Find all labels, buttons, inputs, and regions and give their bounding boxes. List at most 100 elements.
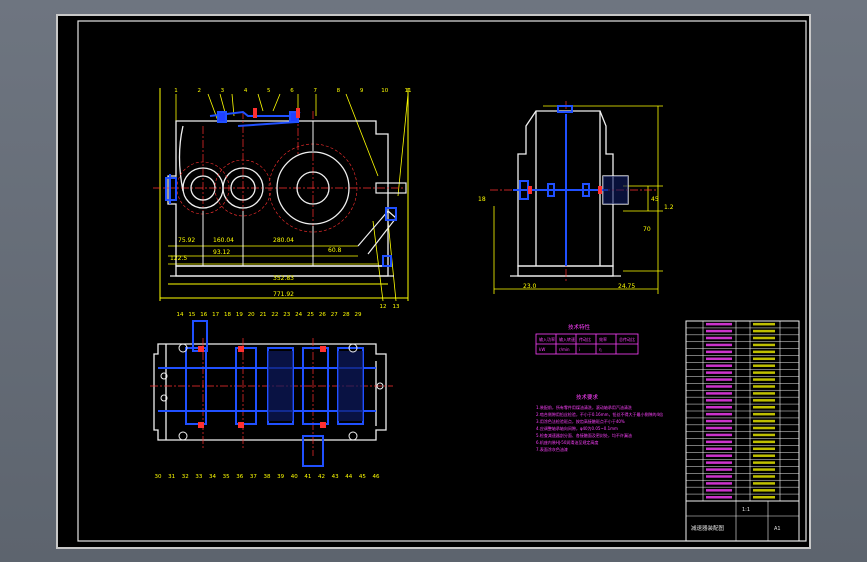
side-view: 23.0 24.75 70 45 1.2 18: [478, 101, 674, 294]
balloon-label: 33: [195, 474, 202, 480]
spec-table: 技术特性 输入功率 输入转速 传动比 效率 总传动比 kW r/min i η: [535, 323, 639, 355]
balloon-label: 9: [360, 88, 364, 94]
parts-row-name: [706, 322, 732, 326]
dim-h2: 45: [651, 196, 659, 203]
dim-bottom: 771.92: [273, 291, 294, 298]
parts-row-material: [753, 419, 775, 423]
parts-row-material: [753, 468, 775, 471]
balloon-label: 46: [373, 474, 380, 480]
balloon-label: 22: [271, 312, 278, 318]
balloon-label: 26: [319, 312, 326, 318]
parts-row-material: [753, 364, 775, 367]
parts-row-material: [753, 412, 775, 416]
balloon-label: 44: [345, 474, 352, 480]
spec-cell: 传动比: [579, 336, 591, 342]
spec-table-title: 技术特性: [568, 323, 591, 331]
spec-cell: 输入功率: [539, 336, 555, 342]
balloon-label: 18: [224, 312, 231, 318]
plan-balloons-bottom: 30 31 32 33 34 35 36 37 38 39 40 41 42 43 44 45 46: [155, 474, 380, 480]
inner-border: [77, 20, 807, 542]
parts-row-material: [753, 343, 775, 347]
balloon-label: 24: [295, 312, 302, 318]
balloon-label: 36: [236, 474, 243, 480]
parts-row-name: [706, 399, 732, 402]
parts-row-material: [753, 440, 775, 444]
tech-note-line: 7.表面涂灰色油漆: [536, 446, 568, 452]
dim-right-base: 24.75: [618, 283, 635, 290]
dim-d6: 122.5: [170, 255, 187, 262]
parts-row-name: [706, 378, 732, 381]
parts-row-name: [706, 447, 732, 451]
balloon-label: 2: [197, 88, 201, 94]
parts-row-name: [706, 468, 732, 471]
balloon-label: 13: [393, 304, 400, 310]
tech-notes-title: 技术要求: [576, 393, 599, 401]
front-balloons-right: 12 13: [380, 304, 400, 310]
balloon-label: 8: [337, 88, 341, 94]
balloon-label: 25: [307, 312, 314, 318]
parts-row-name: [706, 482, 732, 485]
tech-note-line: 1.装配前，所有零件用煤油清洗，滚动轴承用汽油清洗: [536, 404, 632, 410]
balloon-label: 42: [318, 474, 325, 480]
balloon-label: 15: [188, 312, 195, 318]
tech-note-line: 6.机座内装HJ-50润滑油至规定高度: [536, 439, 598, 445]
drawing-sheet: 75.92 160.04 280.04 60.8 93.12 122.5 352…: [56, 14, 811, 549]
parts-row-material: [753, 385, 775, 388]
balloon-label: 16: [200, 312, 207, 318]
balloon-label: 19: [236, 312, 243, 318]
parts-row-name: [706, 364, 732, 367]
parts-row-material: [753, 336, 775, 340]
parts-row-name: [706, 419, 732, 423]
tech-notes: 技术要求 1.装配前，所有零件用煤油清洗，滚动轴承用汽油清洗2.啮合侧隙用铅丝检…: [536, 393, 663, 452]
balloon-label: 41: [304, 474, 311, 480]
balloon-label: 29: [355, 312, 362, 318]
dim-d5: 93.12: [213, 249, 230, 256]
cad-canvas[interactable]: 75.92 160.04 280.04 60.8 93.12 122.5 352…: [58, 16, 813, 551]
dim-d3: 280.04: [273, 237, 294, 244]
balloon-label: 37: [250, 474, 257, 480]
balloon-label: 40: [291, 474, 298, 480]
spec-cell: 效率: [599, 336, 607, 342]
title-block-sheet: A1: [774, 526, 781, 532]
parts-row-material: [753, 426, 775, 430]
parts-row-name: [706, 496, 732, 499]
balloon-label: 1: [174, 88, 178, 94]
parts-row-name: [706, 406, 732, 409]
balloon-label: 38: [264, 474, 271, 480]
balloon-label: 43: [332, 474, 339, 480]
parts-row-name: [706, 336, 732, 340]
balloon-label: 39: [277, 474, 284, 480]
parts-row-material: [753, 322, 775, 326]
parts-row-material: [753, 454, 775, 457]
parts-row-material: [753, 461, 775, 464]
balloon-label: 7: [313, 88, 317, 94]
parts-row-material: [753, 357, 775, 361]
parts-row-material: [753, 489, 775, 492]
parts-row-name: [706, 412, 732, 416]
cad-viewport[interactable]: 75.92 160.04 280.04 60.8 93.12 122.5 352…: [0, 0, 867, 562]
parts-row-name: [706, 343, 732, 347]
plan-balloons-top: 14 15 16 17 18 19 20 21 22 23 24 25 26 27 28 29: [177, 312, 362, 318]
parts-row-material: [753, 350, 775, 354]
balloon-label: 17: [212, 312, 219, 318]
balloon-label: 6: [290, 88, 294, 94]
balloon-label: 5: [267, 88, 271, 94]
parts-row-material: [753, 496, 775, 499]
dim-d4: 60.8: [328, 247, 342, 254]
parts-row-name: [706, 426, 732, 430]
parts-row-material: [753, 392, 775, 395]
spec-cell: 输入转速: [559, 336, 575, 342]
balloon-label: 27: [331, 312, 338, 318]
parts-row-name: [706, 433, 732, 437]
dim-shaft: 18: [478, 196, 486, 203]
parts-row-name: [706, 329, 732, 333]
tech-note-line: 5.检查减速器剖分面、各接触面及密封处，均不许漏油: [536, 432, 632, 438]
balloon-label: 20: [248, 312, 255, 318]
balloon-label: 10: [381, 88, 388, 94]
parts-row-name: [706, 440, 732, 444]
spec-cell: i: [579, 347, 580, 352]
dim-height: 70: [643, 226, 651, 233]
balloon-label: 21: [260, 312, 267, 318]
parts-row-name: [706, 461, 732, 464]
dim-h3: 1.2: [664, 204, 674, 211]
